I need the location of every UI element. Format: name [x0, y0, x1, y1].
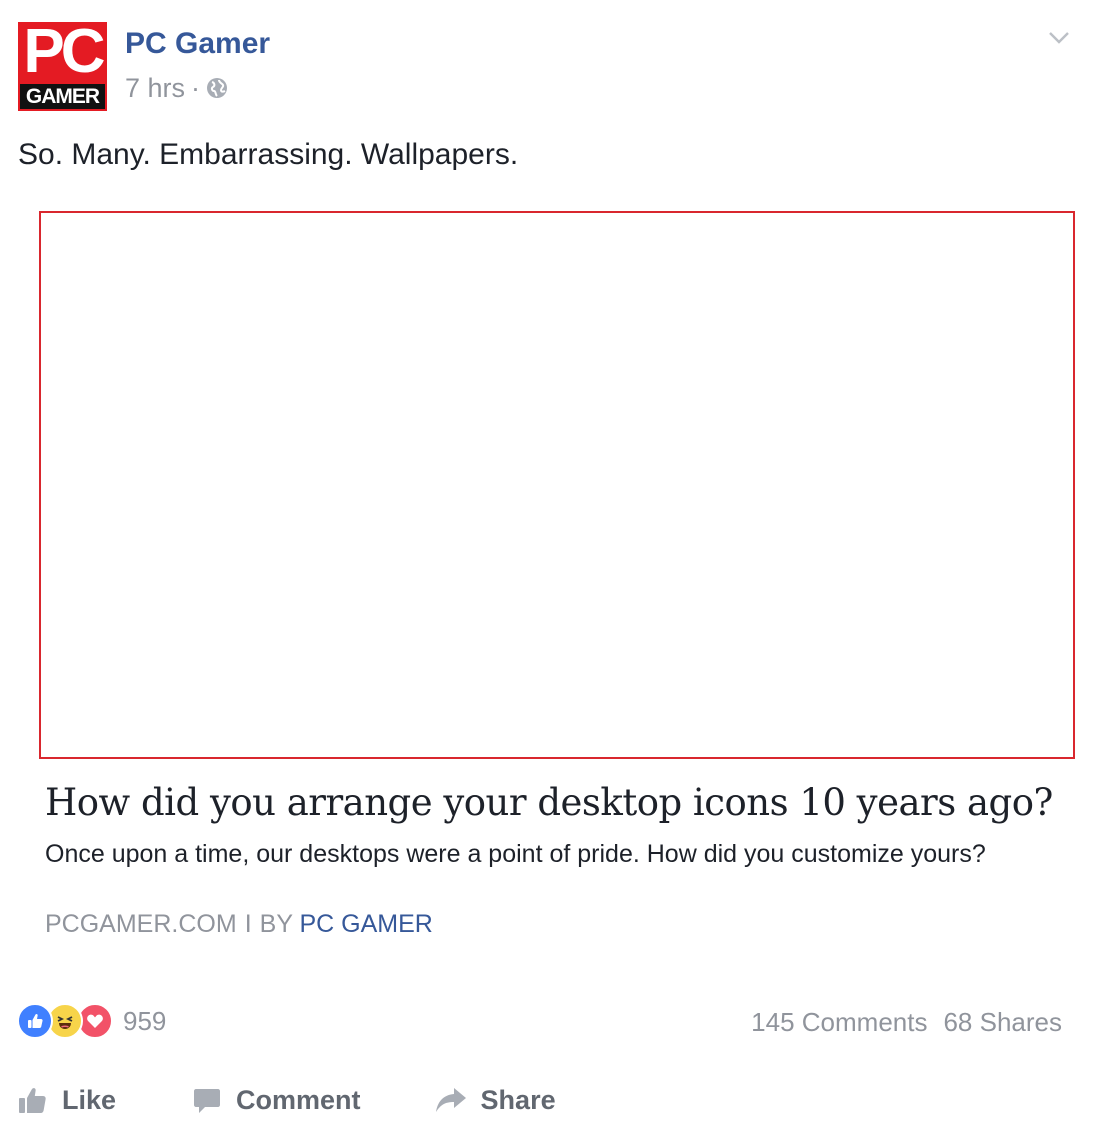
share-arrow-icon	[435, 1088, 466, 1112]
chevron-down-icon[interactable]	[1048, 30, 1070, 46]
link-author[interactable]: PC GAMER	[300, 910, 433, 938]
link-description[interactable]: Once upon a time, our desktops were a po…	[45, 838, 986, 870]
shares-count-link[interactable]: 68 Shares	[943, 1006, 1062, 1038]
page-name-link[interactable]: PC Gamer	[125, 26, 270, 62]
facebook-post: PC GAMER PC Gamer 7 hrs · So. Many. Emba…	[0, 0, 1096, 1130]
meta-separator: ·	[191, 73, 201, 103]
post-text: So. Many. Embarrassing. Wallpapers.	[18, 138, 519, 171]
globe-icon[interactable]	[206, 77, 228, 99]
share-button[interactable]: Share	[435, 1078, 556, 1122]
reactions-summary[interactable]: 959	[17, 1002, 166, 1040]
link-domain: PCGAMER.COM	[45, 910, 237, 938]
link-by-prefix: BY	[259, 910, 293, 938]
share-button-label: Share	[480, 1085, 556, 1115]
avatar-logo-pc: PC	[23, 22, 105, 86]
link-title[interactable]: How did you arrange your desktop icons 1…	[45, 780, 1053, 826]
comment-bubble-icon	[194, 1089, 221, 1113]
post-meta: 7 hrs ·	[125, 72, 228, 104]
like-button[interactable]: Like	[18, 1078, 116, 1122]
link-preview-image[interactable]	[39, 211, 1075, 759]
post-timestamp[interactable]: 7 hrs	[125, 72, 185, 104]
laughing-face-icon	[57, 1016, 73, 1029]
post-action-bar: Like Comment Share	[18, 1078, 556, 1122]
link-source-separator: I	[244, 910, 252, 938]
comments-count-link[interactable]: 145 Comments	[751, 1006, 927, 1038]
thumbs-up-icon	[28, 1014, 43, 1028]
reaction-count[interactable]: 959	[123, 1005, 166, 1037]
like-reaction-icon	[17, 1003, 53, 1039]
comment-button-label: Comment	[236, 1085, 361, 1115]
thumbs-up-icon	[19, 1088, 46, 1113]
link-source: PCGAMER.COM I BY PC GAMER	[45, 908, 433, 940]
page-avatar[interactable]: PC GAMER	[18, 22, 107, 111]
heart-icon	[87, 1014, 103, 1028]
engagement-counts: 145 Comments 68 Shares	[751, 1006, 1062, 1038]
like-button-label: Like	[62, 1085, 117, 1115]
avatar-logo-gamer: GAMER	[20, 84, 105, 109]
comment-button[interactable]: Comment	[192, 1078, 361, 1122]
